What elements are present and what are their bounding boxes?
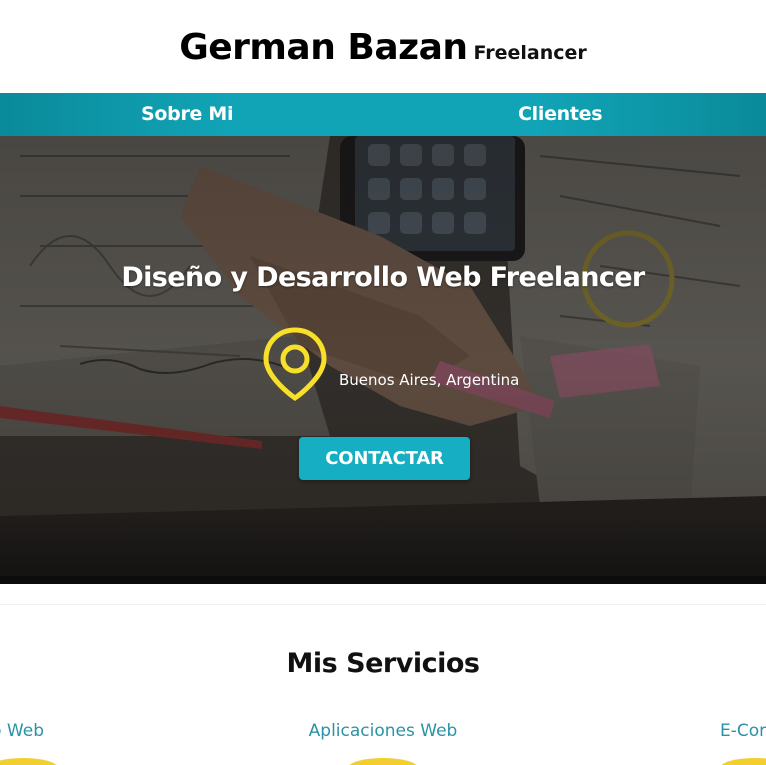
service-link-aplicaciones-web[interactable]: Aplicaciones Web bbox=[0, 721, 766, 741]
nav-item-clientes[interactable]: Clientes bbox=[518, 93, 603, 136]
service-link-ecommerce[interactable]: E-Cor bbox=[720, 721, 766, 741]
hero-title: Diseño y Desarrollo Web Freelancer bbox=[121, 262, 645, 293]
hero-section: Diseño y Desarrollo Web Freelancer Bueno… bbox=[0, 136, 766, 584]
service-icon-aplicaciones bbox=[348, 758, 418, 765]
nav-item-sobre-mi[interactable]: Sobre Mi bbox=[141, 93, 234, 136]
location-text: Buenos Aires, Argentina bbox=[339, 371, 520, 389]
services-section: Mis Servicios o Web Aplicaciones Web E-C… bbox=[0, 584, 766, 765]
brand[interactable]: German Bazan Freelancer bbox=[179, 27, 587, 68]
main-nav: Sobre Mi Clientes bbox=[0, 93, 766, 136]
service-icon-ecommerce bbox=[720, 758, 766, 765]
site-header: German Bazan Freelancer bbox=[0, 0, 766, 93]
map-pin-icon bbox=[263, 327, 327, 402]
contact-button[interactable]: CONTACTAR bbox=[299, 437, 470, 480]
services-title: Mis Servicios bbox=[286, 648, 480, 679]
location: Buenos Aires, Argentina bbox=[262, 326, 562, 402]
brand-name: German Bazan bbox=[179, 27, 468, 68]
service-icon-web bbox=[0, 758, 58, 765]
section-divider bbox=[0, 604, 766, 605]
page: German Bazan Freelancer Sobre Mi Cliente… bbox=[0, 0, 766, 765]
hero-bottom-border bbox=[0, 576, 766, 584]
brand-role: Freelancer bbox=[473, 42, 587, 64]
